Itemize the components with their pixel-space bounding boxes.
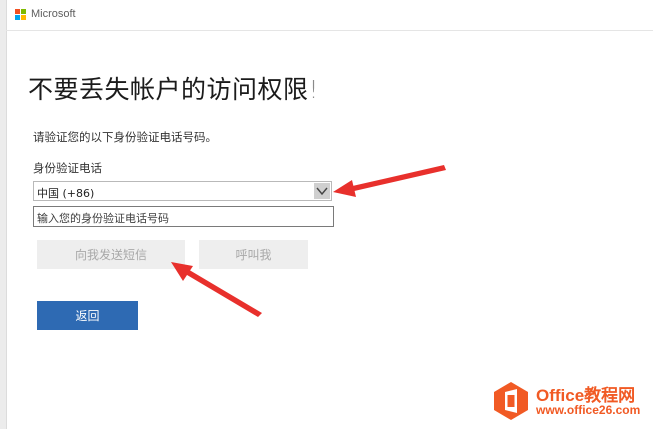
phone-label: 身份验证电话	[33, 161, 102, 175]
phone-number-placeholder: 输入您的身份验证电话号码	[37, 212, 169, 225]
chevron-down-icon[interactable]	[314, 183, 330, 199]
call-me-button[interactable]: 呼叫我	[199, 240, 308, 269]
microsoft-logo-icon	[15, 9, 26, 20]
brand-name: Microsoft	[31, 8, 76, 20]
page-title-text: 不要丢失帐户的访问权限	[28, 75, 309, 104]
office-logo-icon	[494, 382, 528, 420]
phone-number-input[interactable]: 输入您的身份验证电话号码	[33, 206, 334, 227]
send-sms-button[interactable]: 向我发送短信	[37, 240, 185, 269]
arrow-to-send-button	[171, 262, 262, 317]
arrow-to-select	[333, 165, 446, 197]
watermark: Office教程网 www.office26.com	[488, 377, 650, 425]
page-title-suffix: !	[308, 75, 320, 104]
window-edge	[0, 0, 7, 429]
country-code-select[interactable]: 中国 (+86)	[33, 181, 332, 201]
header: Microsoft	[6, 0, 653, 31]
page-title: 不要丢失帐户的访问权限!	[28, 70, 319, 106]
country-code-value: 中国 (+86)	[37, 187, 95, 200]
watermark-url: www.office26.com	[536, 403, 641, 417]
verify-prompt: 请验证您的以下身份验证电话号码。	[33, 130, 217, 144]
back-button[interactable]: 返回	[37, 301, 138, 330]
